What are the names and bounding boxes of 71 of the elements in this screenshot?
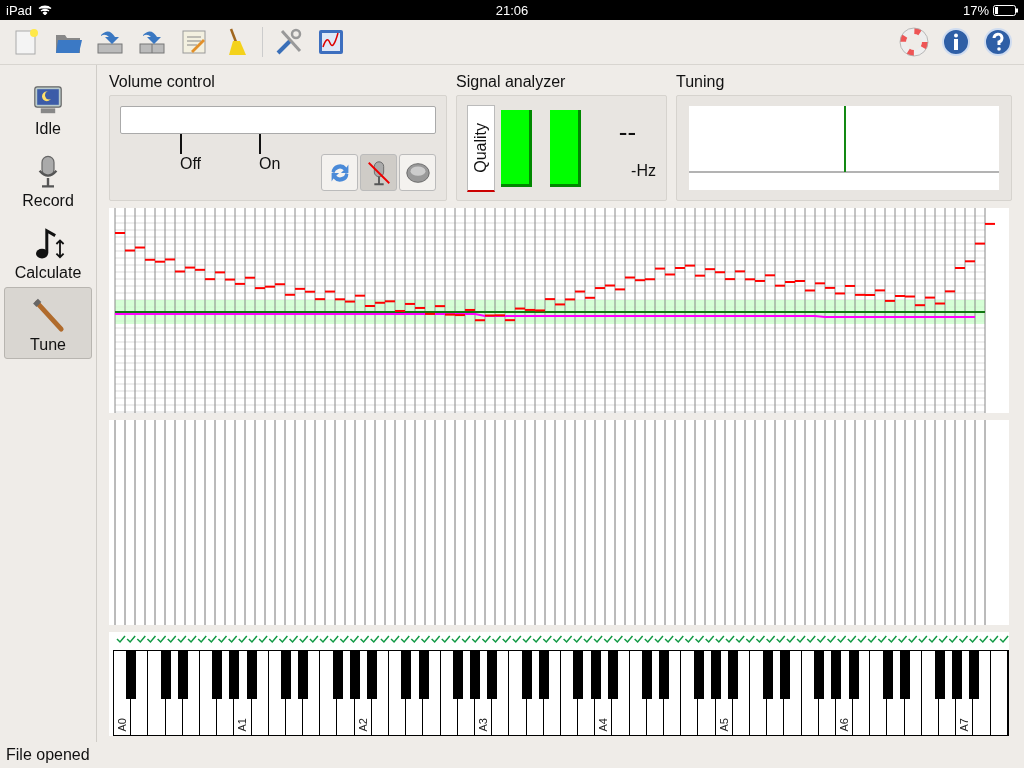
- piano-sharp-key[interactable]: [177, 651, 188, 699]
- tuning-hammer-icon: [30, 298, 66, 334]
- piano-sharp-key[interactable]: [487, 651, 498, 699]
- tools-icon: [274, 27, 304, 57]
- piano-sharp-key[interactable]: [642, 651, 653, 699]
- piano-keyboard[interactable]: A0 A1 A2 A3 A4 A5 A6 A7: [113, 650, 1009, 736]
- info-icon: [941, 27, 971, 57]
- level-tick: [259, 134, 262, 154]
- battery-percent: 17%: [962, 2, 989, 18]
- level-label: Off: [180, 155, 202, 173]
- piano-sharp-key[interactable]: [349, 651, 360, 699]
- piano-sharp-key[interactable]: [693, 651, 704, 699]
- piano-sharp-key[interactable]: [831, 651, 842, 699]
- panel-title: Volume control: [109, 73, 216, 92]
- clock-time: 21:06: [495, 2, 529, 18]
- piano-sharp-key[interactable]: [900, 651, 911, 699]
- piano-sharp-key[interactable]: [246, 651, 257, 699]
- audio-button[interactable]: [399, 154, 436, 191]
- piano-sharp-key[interactable]: [298, 651, 309, 699]
- mode-button[interactable]: Idle: [4, 71, 92, 143]
- piano-sharp-key[interactable]: [212, 651, 223, 699]
- audio-button[interactable]: [321, 154, 358, 191]
- key-label: A5: [717, 717, 730, 731]
- piano-sharp-key[interactable]: [332, 651, 343, 699]
- piano-sharp-key[interactable]: [779, 651, 790, 699]
- wifi-icon: [38, 5, 53, 15]
- battery-icon: [993, 4, 1018, 16]
- note-readout: --: [618, 116, 637, 148]
- panel-title: Signal analyzer: [456, 73, 567, 92]
- piano-sharp-key[interactable]: [521, 651, 532, 699]
- key-label: A1: [236, 717, 249, 731]
- help-icon: [983, 27, 1013, 57]
- piano-sharp-key[interactable]: [229, 651, 240, 699]
- help-button[interactable]: [982, 26, 1014, 58]
- level-tick: [180, 134, 182, 154]
- piano-sharp-key[interactable]: [126, 651, 137, 699]
- piano-sharp-key[interactable]: [470, 651, 481, 699]
- status-message: File opened: [6, 746, 90, 764]
- notepad-pencil-icon: [179, 27, 209, 57]
- function-graph-icon: [316, 27, 346, 57]
- key-label: A6: [837, 717, 850, 731]
- key-label: A4: [597, 717, 610, 731]
- key-label: A3: [477, 717, 490, 731]
- frequency-readout: -Hz: [631, 161, 656, 180]
- piano-sharp-key[interactable]: [160, 651, 171, 699]
- lifebuoy-icon: [899, 27, 929, 57]
- mode-button[interactable]: Calculate: [4, 215, 92, 287]
- device-name: iPad: [6, 2, 33, 18]
- piano-sharp-key[interactable]: [848, 651, 859, 699]
- piano-sharp-key[interactable]: [590, 651, 601, 699]
- help-toolbar-button[interactable]: [898, 26, 930, 58]
- key-label: A2: [356, 717, 369, 731]
- audio-button[interactable]: [360, 154, 397, 191]
- piano-sharp-key[interactable]: [573, 651, 584, 699]
- panel-title: Tuning: [676, 73, 726, 92]
- piano-sharp-key[interactable]: [951, 651, 962, 699]
- key-label: A7: [958, 717, 971, 731]
- piano-sharp-key[interactable]: [607, 651, 618, 699]
- mode-button[interactable]: Record: [4, 143, 92, 215]
- piano-sharp-key[interactable]: [418, 651, 429, 699]
- level-label: On: [259, 155, 281, 173]
- mode-button[interactable]: Tune: [4, 287, 92, 359]
- quality-indicator: Quality: [467, 104, 495, 192]
- piano-sharp-key[interactable]: [762, 651, 773, 699]
- info-toolbar-button[interactable]: [940, 26, 972, 58]
- piano-sharp-key[interactable]: [814, 651, 825, 699]
- piano-sharp-key[interactable]: [728, 651, 739, 699]
- piano-sharp-key[interactable]: [934, 651, 945, 699]
- key-label: A0: [116, 717, 129, 731]
- piano-sharp-key[interactable]: [659, 651, 670, 699]
- piano-sharp-key[interactable]: [401, 651, 412, 699]
